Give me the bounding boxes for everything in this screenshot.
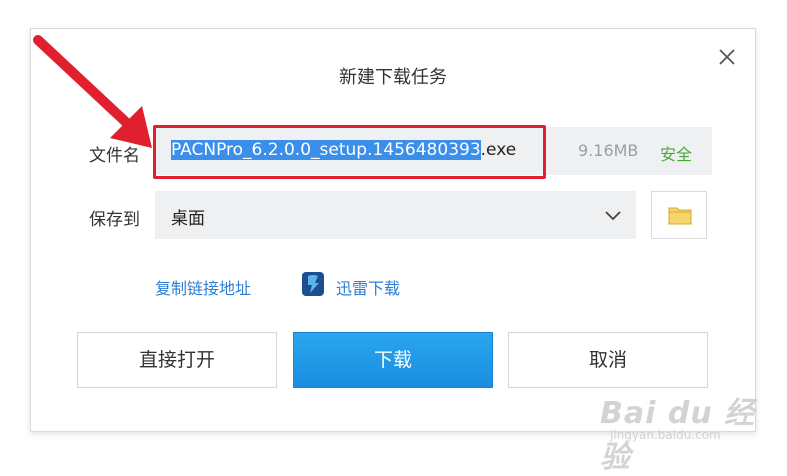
file-size: 9.16MB (578, 141, 639, 160)
save-to-label: 保存到 (89, 210, 140, 230)
close-icon (719, 49, 735, 65)
chevron-down-icon (605, 211, 621, 221)
baidu-watermark: Bai du 经验 jingyan.baidu.com (600, 388, 770, 475)
folder-icon (668, 207, 692, 225)
cancel-button[interactable]: 取消 (508, 332, 708, 388)
open-directly-button[interactable]: 直接打开 (77, 332, 277, 388)
close-button[interactable] (715, 45, 739, 69)
filename-selected-text: PACNPro_6.2.0.0_setup.1456480393 (171, 140, 481, 160)
filename-input[interactable]: PACNPro_6.2.0.0_setup.1456480393.exe (171, 140, 516, 160)
filename-field[interactable]: PACNPro_6.2.0.0_setup.1456480393.exe 9.1… (153, 125, 712, 179)
filename-highlight: PACNPro_6.2.0.0_setup.1456480393.exe (153, 125, 546, 179)
filename-extension: .exe (480, 140, 517, 160)
safety-badge: 安全 (660, 145, 693, 164)
save-location-value: 桌面 (171, 209, 205, 229)
save-location-select[interactable]: 桌面 (155, 191, 636, 239)
copy-link-address-link[interactable]: 复制链接地址 (155, 275, 251, 299)
download-button[interactable]: 下载 (293, 332, 493, 388)
annotation-arrow-icon (33, 35, 152, 148)
thunder-download-link[interactable]: 迅雷下载 (336, 275, 400, 299)
browse-folder-button[interactable] (651, 191, 707, 239)
thunder-icon (302, 272, 324, 296)
watermark-url: jingyan.baidu.com (610, 428, 721, 442)
